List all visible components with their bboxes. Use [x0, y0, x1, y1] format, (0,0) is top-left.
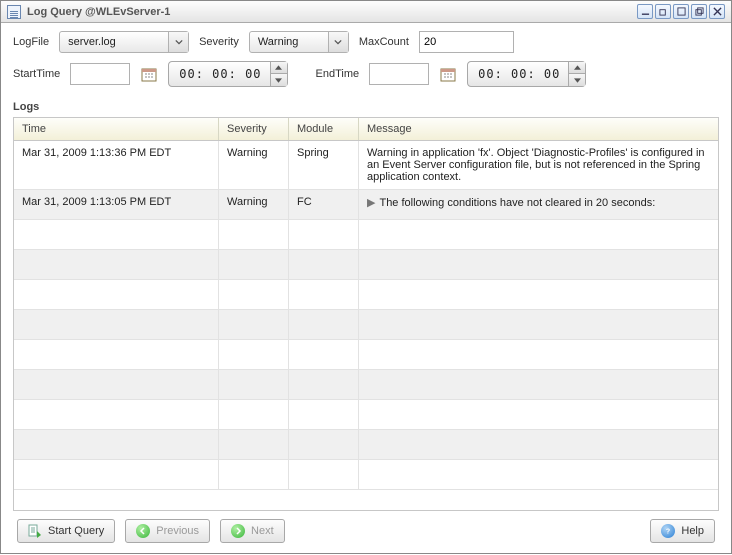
calendar-icon: [141, 66, 157, 82]
severity-value: Warning: [250, 36, 328, 48]
previous-label: Previous: [156, 525, 199, 537]
enddate-calendar-button[interactable]: [439, 65, 457, 83]
minimize-button[interactable]: [637, 4, 653, 19]
content-area: LogFile server.log Severity Warning MaxC…: [1, 23, 731, 553]
spin-down-button[interactable]: [271, 74, 287, 86]
col-header-time[interactable]: Time: [14, 118, 219, 140]
table-row-empty: [14, 460, 718, 490]
starttime-spinner[interactable]: 00: 00: 00: [168, 61, 287, 87]
log-query-window: Log Query @WLEvServer-1 LogFile server.l…: [0, 0, 732, 554]
form-row-2: StartTime 00: 00: 00 EndTime 00: 00: 00: [13, 61, 719, 87]
logs-grid: Time Severity Module Message Mar 31, 200…: [13, 117, 719, 511]
table-row-empty: [14, 430, 718, 460]
spin-down-button[interactable]: [569, 74, 585, 86]
next-button[interactable]: Next: [220, 519, 285, 543]
cell-message: Warning in application 'fx'. Object 'Dia…: [359, 141, 718, 189]
col-header-module[interactable]: Module: [289, 118, 359, 140]
cell-time: Mar 31, 2009 1:13:36 PM EDT: [14, 141, 219, 189]
starttime-value: 00: 00: 00: [179, 67, 261, 81]
cell-severity: Warning: [219, 190, 289, 219]
help-button[interactable]: ? Help: [650, 519, 715, 543]
startdate-input[interactable]: [70, 63, 130, 85]
svg-text:?: ?: [666, 529, 670, 536]
help-icon: ?: [661, 524, 675, 538]
start-query-icon: [28, 524, 42, 538]
maximize-button[interactable]: [673, 4, 689, 19]
table-row-empty: [14, 220, 718, 250]
grid-body: Mar 31, 2009 1:13:36 PM EDTWarningSpring…: [14, 141, 718, 510]
logs-section-title: Logs: [13, 101, 719, 113]
window-buttons: [637, 4, 725, 19]
spinner-buttons: [568, 62, 585, 86]
popout-button[interactable]: [691, 4, 707, 19]
window-icon: [7, 5, 21, 19]
form-row-1: LogFile server.log Severity Warning MaxC…: [13, 31, 719, 53]
startdate-calendar-button[interactable]: [140, 65, 158, 83]
col-header-severity[interactable]: Severity: [219, 118, 289, 140]
grid-header: Time Severity Module Message: [14, 118, 718, 141]
logfile-label: LogFile: [13, 36, 49, 48]
chevron-down-icon: [168, 32, 188, 52]
chevron-down-icon: [328, 32, 348, 52]
endtime-spinner[interactable]: 00: 00: 00: [467, 61, 586, 87]
calendar-icon: [440, 66, 456, 82]
table-row-empty: [14, 280, 718, 310]
logfile-select[interactable]: server.log: [59, 31, 189, 53]
restore-down-button[interactable]: [655, 4, 671, 19]
severity-select[interactable]: Warning: [249, 31, 349, 53]
table-row-empty: [14, 400, 718, 430]
table-row[interactable]: Mar 31, 2009 1:13:05 PM EDTWarningFC ▶ The…: [14, 190, 718, 220]
cell-module: FC: [289, 190, 359, 219]
message-text: Warning in application 'fx'. Object 'Dia…: [367, 147, 705, 183]
enddate-input[interactable]: [369, 63, 429, 85]
spin-up-button[interactable]: [569, 62, 585, 74]
button-bar: Start Query Previous Next ? Help: [13, 511, 719, 547]
previous-button[interactable]: Previous: [125, 519, 210, 543]
help-label: Help: [681, 525, 704, 537]
table-row[interactable]: Mar 31, 2009 1:13:36 PM EDTWarningSpring…: [14, 141, 718, 190]
table-row-empty: [14, 370, 718, 400]
cell-severity: Warning: [219, 141, 289, 189]
table-row-empty: [14, 250, 718, 280]
cell-message: ▶ The following conditions have not clear…: [359, 190, 718, 219]
cell-module: Spring: [289, 141, 359, 189]
severity-label: Severity: [199, 36, 239, 48]
arrow-left-icon: [136, 524, 150, 538]
table-row-empty: [14, 310, 718, 340]
maxcount-label: MaxCount: [359, 36, 409, 48]
col-header-message[interactable]: Message: [359, 118, 718, 140]
endtime-label: EndTime: [316, 68, 360, 80]
maxcount-input[interactable]: [419, 31, 514, 53]
next-label: Next: [251, 525, 274, 537]
spinner-buttons: [270, 62, 287, 86]
start-query-button[interactable]: Start Query: [17, 519, 115, 543]
message-text: The following conditions have not cleare…: [379, 197, 655, 209]
expand-icon[interactable]: ▶: [367, 196, 375, 209]
window-title: Log Query @WLEvServer-1: [27, 6, 631, 18]
endtime-value: 00: 00: 00: [478, 67, 560, 81]
close-button[interactable]: [709, 4, 725, 19]
start-query-label: Start Query: [48, 525, 104, 537]
arrow-right-icon: [231, 524, 245, 538]
table-row-empty: [14, 340, 718, 370]
titlebar: Log Query @WLEvServer-1: [1, 1, 731, 23]
logfile-value: server.log: [60, 36, 168, 48]
cell-time: Mar 31, 2009 1:13:05 PM EDT: [14, 190, 219, 219]
spin-up-button[interactable]: [271, 62, 287, 74]
starttime-label: StartTime: [13, 68, 60, 80]
